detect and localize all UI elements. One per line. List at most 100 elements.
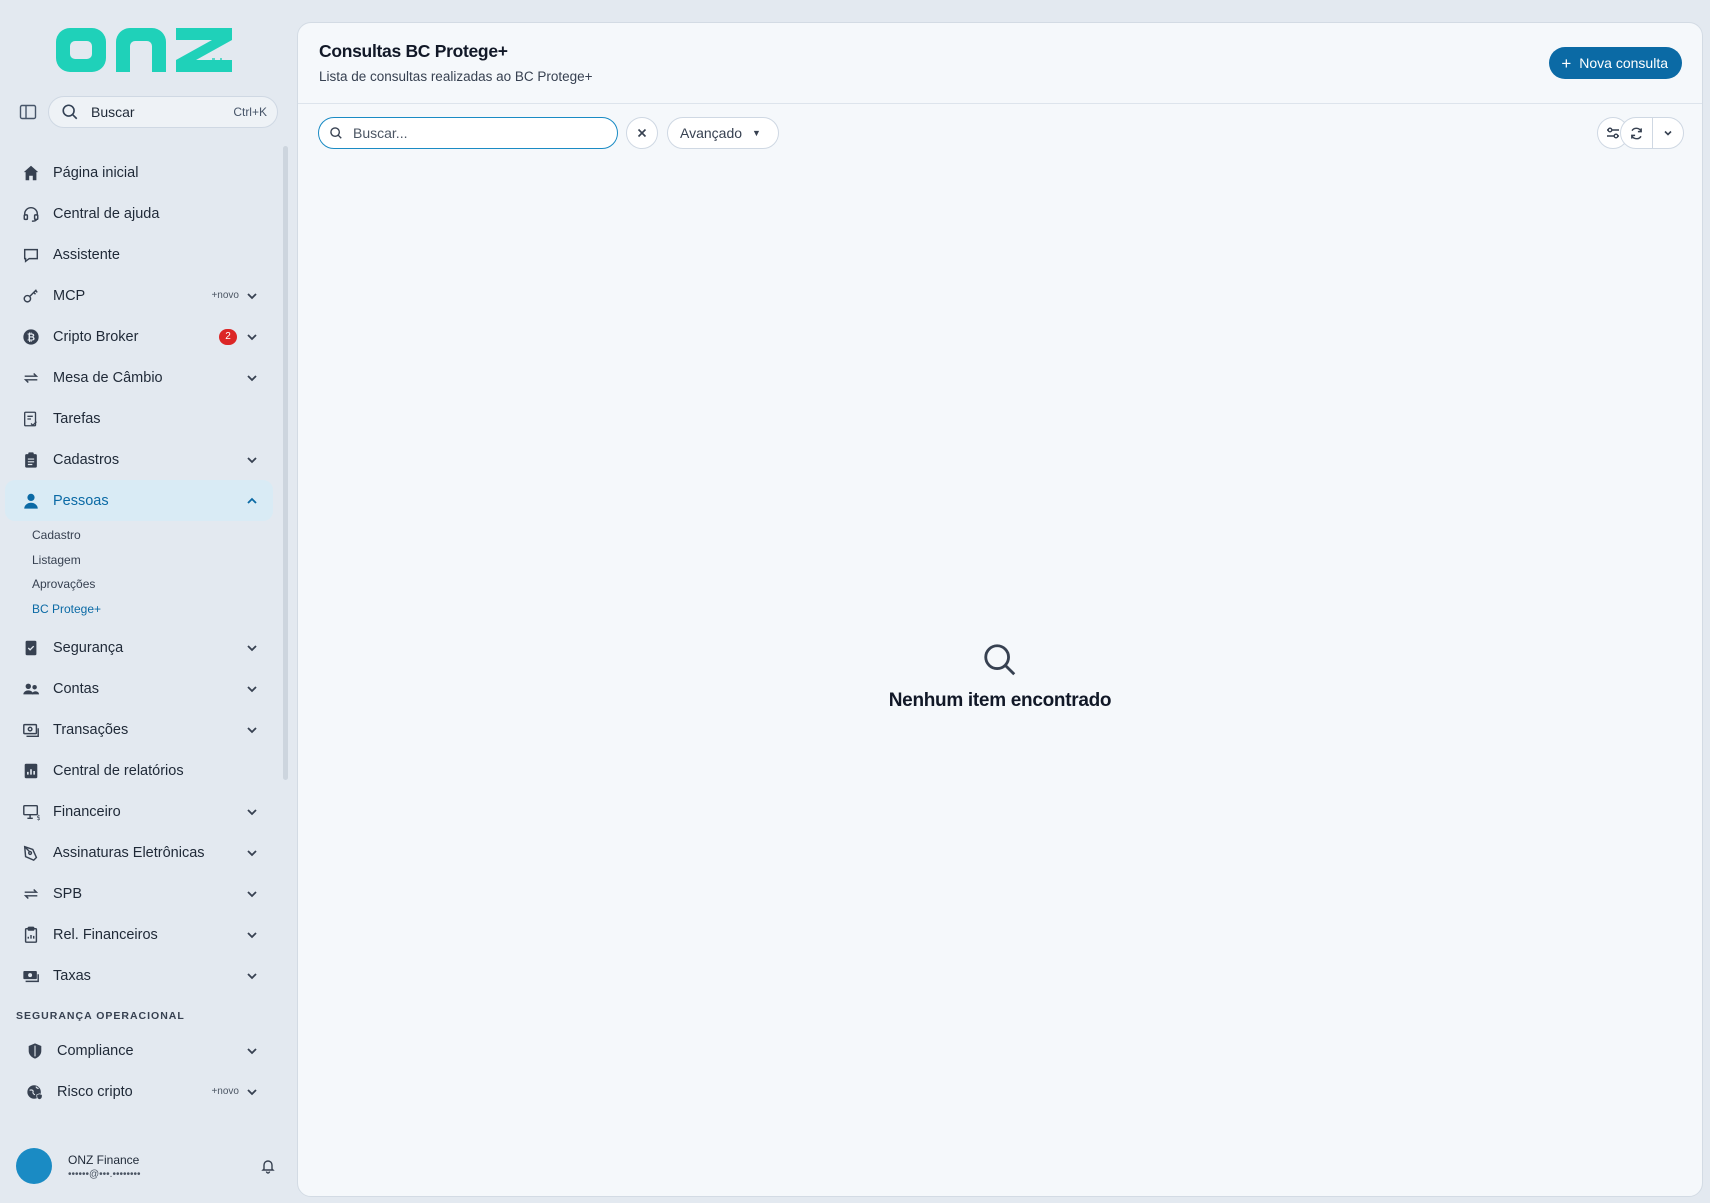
user-profile[interactable]: ONZ Finance ••••••@•••.•••••••• (16, 1146, 276, 1186)
bell-icon[interactable] (260, 1158, 276, 1174)
sidebar-item-seguranca[interactable]: Segurança (5, 627, 273, 668)
sidebar-item-central-de-ajuda[interactable]: Central de ajuda (5, 193, 273, 234)
plus-icon: + (1561, 53, 1572, 73)
sidebar-search[interactable]: Buscar Ctrl+K (48, 96, 278, 128)
transfer-icon (23, 888, 39, 899)
sidebar-item-central-de-relatorios[interactable]: Central de relatórios (5, 750, 273, 791)
page-title: Consultas BC Protege+ (319, 41, 508, 61)
sidebar-item-label: Risco cripto (57, 1083, 133, 1100)
sidebar-item-transacoes[interactable]: Transações (5, 709, 273, 750)
transactions-icon (23, 723, 39, 737)
sidebar-item-label: Contas (53, 680, 99, 697)
submenu-item-listagem[interactable]: Listagem (32, 548, 278, 573)
pen-icon (23, 845, 38, 861)
sidebar-item-taxas[interactable]: Taxas (5, 955, 273, 996)
advanced-filter-button[interactable]: Avançado ▼ (667, 117, 779, 149)
search-field[interactable] (318, 117, 618, 149)
chevron-down-icon (247, 1088, 257, 1095)
sidebar-item-label: Central de relatórios (53, 762, 184, 779)
headset-icon (23, 206, 39, 222)
sidebar-toggle-icon[interactable] (18, 102, 38, 122)
bitcoin-icon: ₿ (23, 328, 39, 345)
sidebar-item-tarefas[interactable]: Tarefas (5, 398, 273, 439)
chevron-down-icon (247, 333, 257, 340)
submenu-item-cadastro[interactable]: Cadastro (32, 523, 278, 548)
main-panel: Consultas BC Protege+ Lista de consultas… (297, 22, 1703, 1197)
sidebar-item-cadastros[interactable]: Cadastros (5, 439, 273, 480)
chevron-down-icon (247, 685, 257, 692)
sidebar-item-label: Taxas (53, 967, 91, 984)
sidebar-item-assinaturas-eletronicas[interactable]: Assinaturas Eletrônicas (5, 832, 273, 873)
sidebar-item-pessoas[interactable]: Pessoas (5, 480, 273, 521)
sidebar-item-financeiro[interactable]: $ Financeiro (5, 791, 273, 832)
refresh-icon (1630, 127, 1642, 139)
chevron-down-icon (1664, 130, 1672, 136)
sidebar-item-label: MCP (53, 287, 86, 304)
nova-consulta-label: Nova consulta (1579, 55, 1668, 71)
sidebar-item-assistente[interactable]: Assistente (5, 234, 273, 275)
chevron-down-icon (247, 849, 257, 856)
search-icon (62, 104, 78, 120)
search-input[interactable] (353, 125, 593, 141)
nova-consulta-button[interactable]: + Nova consulta (1549, 47, 1682, 79)
clear-search-button[interactable] (626, 117, 658, 149)
chevron-down-icon (247, 456, 257, 463)
close-icon (637, 128, 647, 138)
sidebar-item-mesa-de-cambio[interactable]: Mesa de Câmbio (5, 357, 273, 398)
svg-text:$: $ (36, 813, 40, 821)
submenu-item-bc-protege[interactable]: BC Protege+ (32, 597, 278, 622)
sidebar-item-label: Mesa de Câmbio (53, 369, 163, 386)
sidebar-item-label: Pessoas (53, 492, 109, 509)
sidebar: Buscar Ctrl+K Página inicial Central de … (0, 0, 290, 1203)
user-email: ••••••@•••.•••••••• (68, 1168, 141, 1180)
new-tag: +novo (211, 290, 239, 301)
home-icon (23, 165, 39, 180)
refresh-button[interactable] (1621, 118, 1652, 148)
onz-logo[interactable] (56, 22, 236, 78)
sidebar-item-compliance[interactable]: Compliance (5, 1030, 273, 1071)
sidebar-item-rel-financeiros[interactable]: Rel. Financeiros (5, 914, 273, 955)
submenu-item-aprovacoes[interactable]: Aprovações (32, 572, 278, 597)
globe-shield-icon (27, 1084, 43, 1100)
clipboard-icon (25, 451, 37, 468)
sidebar-item-label: Central de ajuda (53, 205, 160, 222)
notification-badge: 2 (219, 328, 237, 345)
sidebar-item-pagina-inicial[interactable]: Página inicial (5, 152, 273, 193)
refresh-options-button[interactable] (1653, 118, 1684, 148)
refresh-button-group (1620, 117, 1684, 149)
sidebar-item-label: Cadastros (53, 451, 120, 468)
sidebar-scrollbar[interactable] (283, 146, 288, 780)
new-tag: +novo (211, 1086, 239, 1097)
advanced-filter-label: Avançado (680, 125, 743, 141)
sidebar-item-cripto-broker[interactable]: ₿ Cripto Broker 2 (5, 316, 273, 357)
sidebar-item-label: Rel. Financeiros (53, 926, 158, 943)
cash-icon (23, 970, 39, 982)
sidebar-item-contas[interactable]: Contas (5, 668, 273, 709)
chevron-down-icon (247, 890, 257, 897)
sidebar-item-label: Página inicial (53, 164, 139, 181)
sidebar-item-spb[interactable]: SPB (5, 873, 273, 914)
search-icon (984, 644, 1016, 676)
sidebar-item-risco-cripto[interactable]: Risco cripto +novo (5, 1071, 273, 1112)
key-icon (23, 288, 38, 303)
chevron-down-icon (247, 726, 257, 733)
page-header: Consultas BC Protege+ Lista de consultas… (298, 23, 1702, 104)
chevron-down-icon (247, 931, 257, 938)
sidebar-item-label: Assistente (53, 246, 120, 263)
chat-icon (23, 248, 39, 263)
search-shortcut: Ctrl+K (233, 105, 267, 119)
pessoas-submenu: Cadastro Listagem Aprovações BC Protege+ (0, 523, 278, 621)
shield-check-icon (28, 1042, 42, 1059)
sidebar-item-label: Transações (53, 721, 129, 738)
sidebar-item-mcp[interactable]: MCP +novo (5, 275, 273, 316)
sidebar-item-label: Compliance (57, 1042, 134, 1059)
avatar[interactable] (16, 1148, 52, 1184)
empty-state: Nenhum item encontrado (298, 641, 1702, 712)
sidebar-item-label: Segurança (53, 639, 124, 656)
caret-down-icon: ▼ (752, 128, 761, 138)
chevron-down-icon (247, 292, 257, 299)
users-icon (23, 683, 40, 694)
sidebar-item-label: Assinaturas Eletrônicas (53, 844, 205, 861)
sidebar-item-label: Financeiro (53, 803, 121, 820)
section-title-seguranca-operacional: SEGURANÇA OPERACIONAL (16, 1010, 185, 1022)
